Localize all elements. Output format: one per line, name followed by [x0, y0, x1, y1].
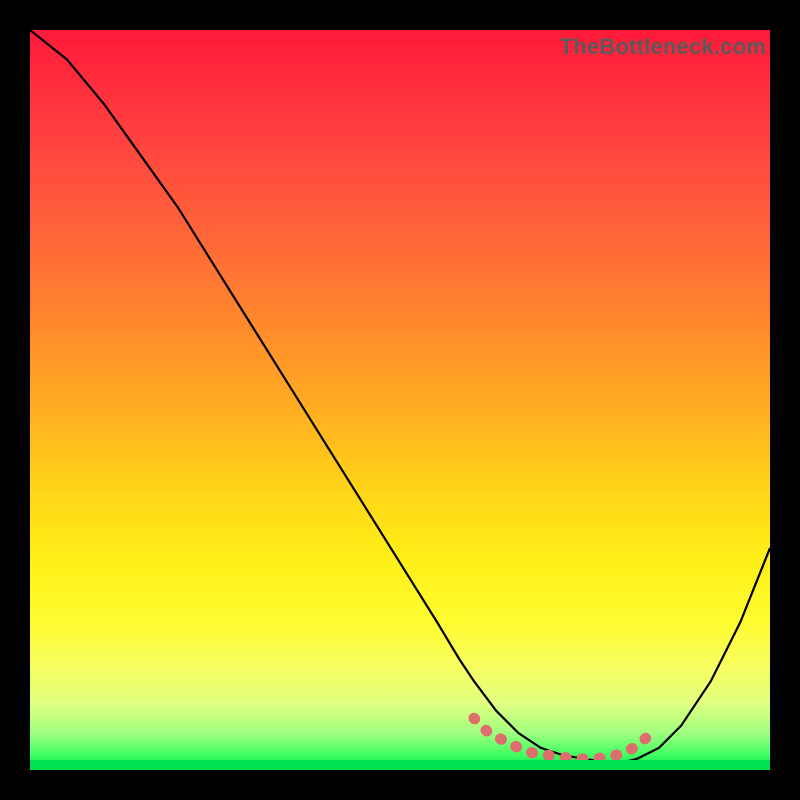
plot-area: TheBottleneck.com [30, 30, 770, 770]
heat-gradient-background [30, 30, 770, 770]
watermark-text: TheBottleneck.com [560, 34, 766, 60]
baseline-green-bar [30, 760, 770, 770]
chart-frame: TheBottleneck.com [30, 30, 770, 770]
